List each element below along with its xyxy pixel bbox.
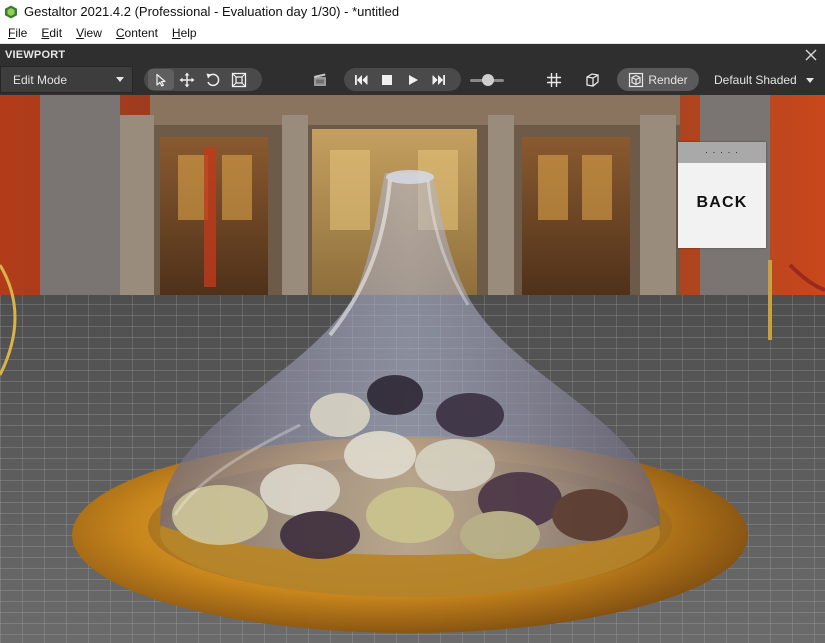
menu-help-label: elp [180, 26, 197, 40]
camera-icon[interactable] [308, 69, 332, 91]
skip-back-icon[interactable] [348, 69, 374, 90]
menu-view[interactable]: View [68, 26, 108, 40]
shading-mode-value: Default Shaded [714, 73, 797, 87]
render-button-label: Render [648, 72, 688, 87]
render-cube-icon [629, 72, 644, 87]
render-button[interactable]: Render [617, 68, 699, 91]
viewport-toolbar: Edit Mode Render Default Shaded [0, 66, 825, 95]
window-title: Gestaltor 2021.4.2 (Professional - Evalu… [24, 4, 400, 19]
menu-edit-label: dit [49, 26, 63, 40]
playback-speed-slider[interactable] [470, 74, 504, 86]
view-cube-back[interactable]: · · · · · BACK [678, 142, 766, 248]
menu-content-accel: C [115, 26, 125, 40]
viewport-panel-header: VIEWPORT [0, 44, 825, 66]
menu-file[interactable]: File [0, 26, 33, 40]
menu-bar: File Edit View Content Help [0, 23, 825, 44]
panel-title: VIEWPORT [5, 49, 66, 61]
chevron-down-icon [116, 77, 124, 82]
play-icon[interactable] [400, 69, 426, 90]
shading-mode-dropdown[interactable]: Default Shaded [714, 69, 814, 91]
title-bar: Gestaltor 2021.4.2 (Professional - Evalu… [0, 0, 825, 23]
move-icon[interactable] [174, 69, 200, 90]
playback-group [344, 68, 461, 91]
view-cube-dots: · · · · · [705, 147, 739, 157]
grid-icon[interactable] [542, 69, 566, 91]
menu-view-accel: V [76, 26, 84, 40]
view-cube-top[interactable]: · · · · · [678, 142, 766, 163]
close-icon[interactable] [800, 44, 822, 66]
rotate-icon[interactable] [200, 69, 226, 90]
stop-icon[interactable] [374, 69, 400, 90]
menu-file-label: ile [15, 26, 28, 40]
menu-content[interactable]: Content [108, 26, 164, 40]
menu-help-accel: H [171, 26, 181, 40]
menu-content-label: ontent [124, 26, 158, 40]
select-arrow-icon[interactable] [148, 69, 174, 90]
gestaltor-app-icon [5, 5, 17, 18]
skip-forward-icon[interactable] [426, 69, 452, 90]
viewport-canvas[interactable]: · · · · · BACK [0, 95, 825, 643]
slider-knob[interactable] [482, 74, 494, 86]
mode-dropdown[interactable]: Edit Mode [0, 66, 133, 93]
view-cube-back-label: BACK [696, 194, 748, 211]
menu-edit[interactable]: Edit [33, 26, 68, 40]
scale-icon[interactable] [226, 69, 252, 90]
mode-dropdown-value: Edit Mode [13, 72, 68, 87]
menu-view-label: iew [83, 26, 102, 40]
chevron-down-icon [805, 77, 814, 83]
menu-help[interactable]: Help [164, 26, 203, 40]
transform-tool-group [144, 68, 262, 91]
cube-icon[interactable] [580, 69, 604, 91]
